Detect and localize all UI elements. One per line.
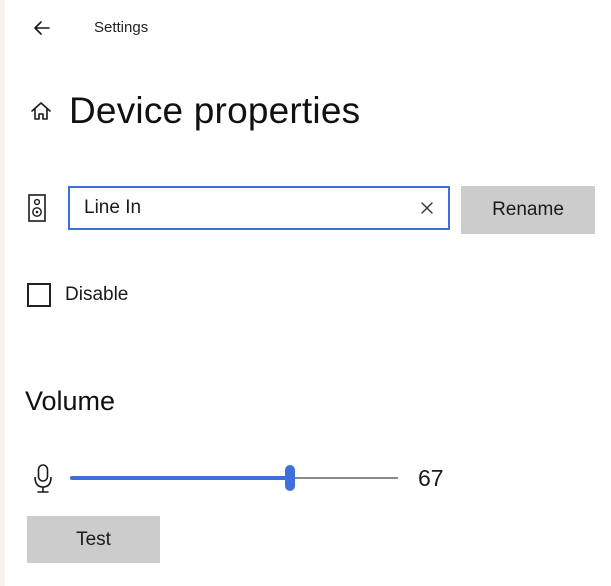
device-name-field[interactable] [68,186,450,230]
title-bar: Settings [0,0,611,56]
test-button[interactable]: Test [27,516,160,563]
page-title: Device properties [69,90,361,131]
app-title: Settings [94,19,149,36]
volume-value: 67 [418,465,444,491]
window-edge [0,0,5,586]
arrow-left-icon [34,21,50,35]
home-icon[interactable] [27,97,55,125]
back-button[interactable] [24,12,60,44]
disable-checkbox-row[interactable]: Disable [27,279,128,311]
microphone-icon [33,463,53,495]
close-icon [421,202,433,214]
volume-heading: Volume [25,386,116,416]
volume-slider-fill [70,476,290,480]
page-header: Device properties [27,86,360,136]
speaker-icon [27,193,49,225]
volume-slider-thumb[interactable] [285,465,295,491]
disable-checkbox[interactable] [27,283,51,307]
disable-label: Disable [65,284,129,305]
clear-button[interactable] [416,197,438,219]
volume-slider[interactable] [70,465,398,491]
rename-button[interactable]: Rename [461,186,595,234]
device-name-input[interactable] [70,190,404,226]
